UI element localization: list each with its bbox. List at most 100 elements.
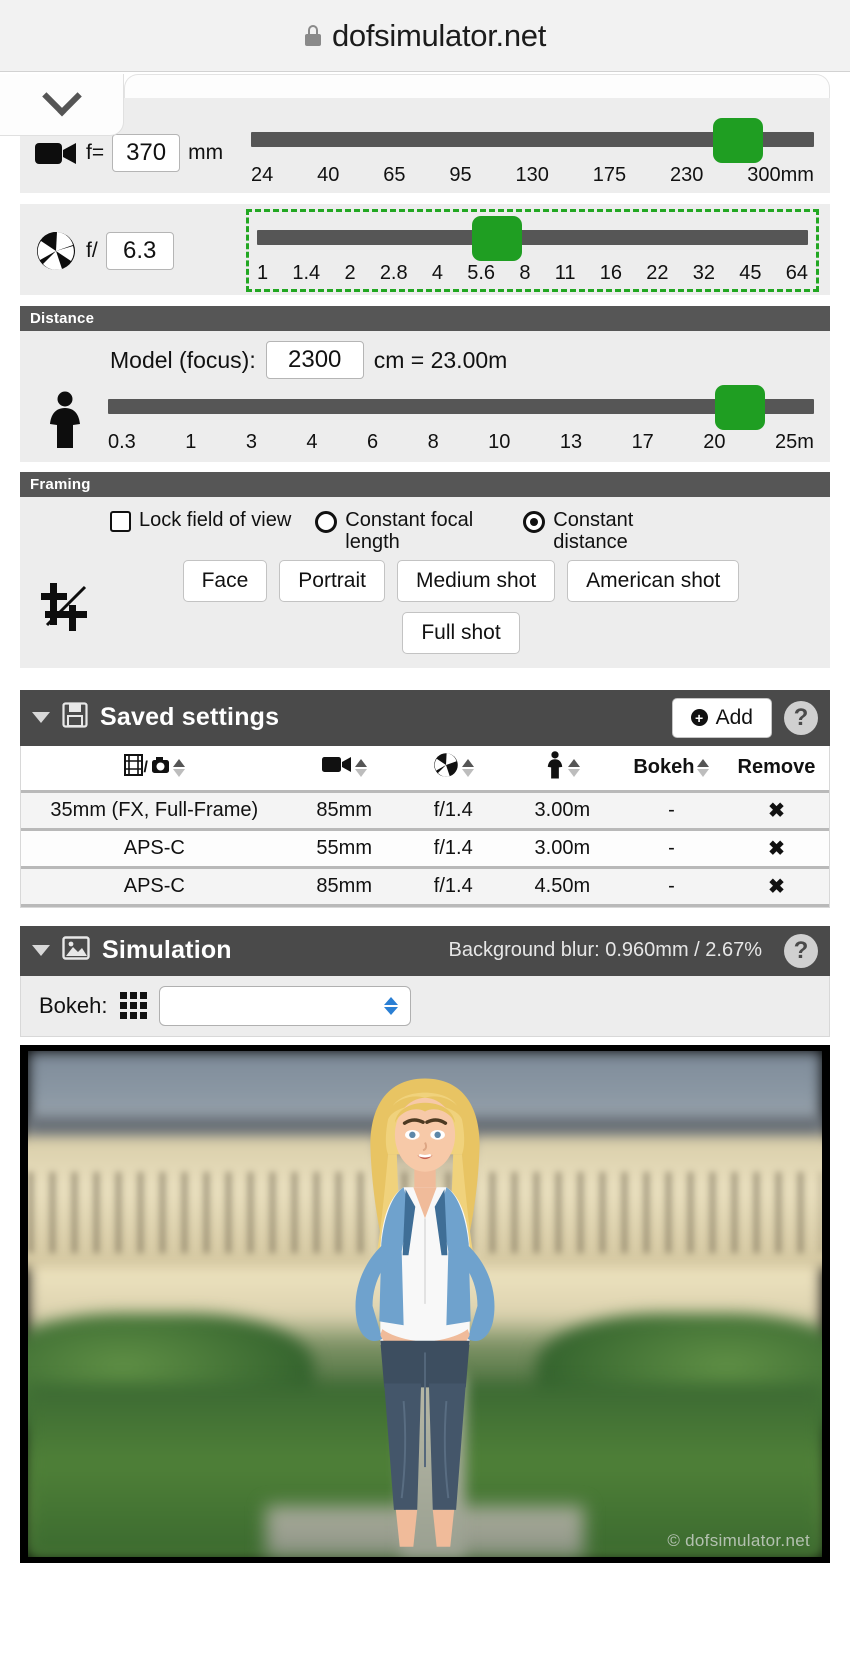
- saved-settings-header[interactable]: Saved settings + Add ?: [20, 689, 830, 746]
- cell-focal: 55mm: [287, 829, 401, 869]
- tick: 10: [488, 431, 511, 453]
- tick: 5.6: [467, 262, 496, 284]
- aperture-icon: [433, 752, 459, 784]
- table-row[interactable]: APS-C 55mm f/1.4 3.00m - ✖: [21, 829, 829, 869]
- framing-buttons: Face Portrait Medium shot American shot …: [106, 559, 816, 654]
- simulation-help-icon[interactable]: ?: [784, 933, 818, 968]
- add-button-label: Add: [715, 705, 753, 729]
- constant-distance-radio[interactable]: [523, 511, 546, 533]
- app-root: dofsimulator.net f= mm 24: [0, 0, 850, 1675]
- tick: 230: [670, 164, 704, 186]
- lock-fov-option[interactable]: Lock field of view: [110, 509, 291, 532]
- aperture-controls: f/: [34, 230, 249, 272]
- cell-aperture: f/1.4: [400, 867, 506, 907]
- sort-arrows-icon[interactable]: [697, 758, 710, 777]
- framing-button-face[interactable]: Face: [182, 559, 268, 602]
- site-title: dofsimulator.net: [331, 17, 547, 53]
- divider: [0, 296, 850, 306]
- chevron-updown-icon: [383, 996, 398, 1015]
- add-setting-button[interactable]: + Add: [671, 697, 772, 738]
- sort-arrows-icon[interactable]: [567, 758, 580, 777]
- framing-button-full-shot[interactable]: Full shot: [402, 611, 520, 654]
- sort-arrows-icon[interactable]: [461, 758, 474, 777]
- tick: 175: [592, 164, 627, 186]
- remove-row-button[interactable]: ✖: [723, 829, 829, 869]
- sort-arrows-icon[interactable]: [354, 758, 367, 777]
- divider: [0, 668, 850, 690]
- aperture-icon: [34, 230, 78, 272]
- divider: [0, 194, 850, 204]
- aperture-slider-track[interactable]: [257, 230, 808, 245]
- framing-button-medium-shot[interactable]: Medium shot: [396, 559, 556, 602]
- collapse-panel-button[interactable]: [0, 74, 124, 136]
- cell-bokeh: -: [618, 829, 724, 869]
- column-header-bokeh[interactable]: Bokeh: [618, 745, 724, 793]
- focal-length-input[interactable]: [112, 133, 181, 172]
- aperture-input[interactable]: [105, 231, 174, 270]
- lock-fov-checkbox[interactable]: [110, 511, 131, 532]
- floppy-disk-icon: [62, 702, 88, 733]
- image-watermark: © dofsimulator.net: [667, 1530, 810, 1550]
- cell-focal: 85mm: [287, 791, 401, 831]
- table-header: / Bokeh Remove: [21, 745, 829, 793]
- framing-button-american-shot[interactable]: American shot: [567, 559, 740, 602]
- constant-focal-option[interactable]: Constant focal length: [315, 509, 505, 554]
- constant-focal-radio[interactable]: [315, 511, 338, 533]
- divider: [0, 908, 850, 926]
- simulation-title: Simulation: [102, 936, 232, 965]
- focal-length-row: f= mm 24 40 65 95 130 175 230 300mm: [20, 88, 830, 194]
- tick: 45: [739, 262, 762, 284]
- tick: 300mm: [747, 164, 814, 186]
- cell-aperture: f/1.4: [400, 791, 506, 831]
- focal-slider-thumb[interactable]: [712, 118, 763, 163]
- tick: 6: [367, 431, 379, 453]
- browser-title-bar: dofsimulator.net: [0, 0, 850, 72]
- aperture-label: f/: [86, 238, 98, 262]
- constant-distance-option[interactable]: Constant distance: [523, 509, 693, 554]
- tick: 4: [306, 431, 318, 453]
- distance-slider[interactable]: 0.3 1 3 4 6 8 10 13 17 20 25m: [106, 385, 816, 454]
- saved-settings-help-icon[interactable]: ?: [784, 700, 818, 735]
- tick: 40: [317, 164, 340, 186]
- distance-focus-label: Model (focus):: [110, 346, 256, 373]
- table-row[interactable]: APS-C 85mm f/1.4 4.50m - ✖: [21, 867, 829, 907]
- focal-length-slider[interactable]: 24 40 65 95 130 175 230 300mm: [249, 118, 816, 187]
- distance-input[interactable]: [265, 341, 364, 379]
- simulation-header[interactable]: Simulation Background blur: 0.960mm / 2.…: [20, 925, 830, 976]
- table-body: 35mm (FX, Full-Frame) 85mm f/1.4 3.00m -…: [21, 791, 829, 907]
- aperture-slider-thumb[interactable]: [471, 216, 522, 261]
- table-row[interactable]: 35mm (FX, Full-Frame) 85mm f/1.4 3.00m -…: [21, 791, 829, 831]
- focal-length-controls: f= mm: [34, 133, 249, 172]
- grid-icon[interactable]: [119, 992, 147, 1020]
- column-header-aperture[interactable]: [400, 745, 506, 793]
- framing-section-title: Framing: [20, 472, 830, 497]
- tick: 1: [257, 262, 269, 284]
- cell-aperture: f/1.4: [400, 829, 506, 869]
- column-header-distance[interactable]: [505, 745, 619, 793]
- bokeh-select[interactable]: [158, 985, 411, 1026]
- tick: 16: [599, 262, 622, 284]
- focal-slider-ticks: 24 40 65 95 130 175 230 300mm: [251, 162, 814, 187]
- tick: 130: [515, 164, 549, 186]
- tick: 3: [245, 431, 257, 453]
- sort-arrows-icon[interactable]: [172, 758, 185, 777]
- tick: 64: [785, 262, 808, 284]
- column-header-sensor[interactable]: /: [21, 745, 288, 793]
- tick: 24: [251, 164, 274, 186]
- column-header-focal[interactable]: [287, 745, 401, 793]
- framing-buttons-row-2: Full shot: [106, 611, 816, 654]
- focal-length-unit: mm: [188, 140, 224, 164]
- tick: 65: [383, 164, 406, 186]
- remove-row-button[interactable]: ✖: [723, 867, 829, 907]
- tick: 17: [631, 431, 654, 453]
- framing-button-portrait[interactable]: Portrait: [279, 559, 385, 602]
- distance-slider-track[interactable]: [108, 399, 814, 414]
- aperture-slider[interactable]: 1 1.4 2 2.8 4 5.6 8 11 16 22 32 45 64: [246, 209, 819, 292]
- person-icon: [34, 391, 96, 449]
- caret-down-icon[interactable]: [32, 945, 50, 957]
- caret-down-icon[interactable]: [32, 712, 50, 724]
- distance-slider-thumb[interactable]: [715, 385, 766, 430]
- aperture-row: f/ 1 1.4 2 2.8 4 5.6 8 11 16 22 32 45 64: [20, 204, 830, 296]
- remove-row-button[interactable]: ✖: [723, 791, 829, 831]
- simulation-frame[interactable]: © dofsimulator.net: [20, 1044, 830, 1563]
